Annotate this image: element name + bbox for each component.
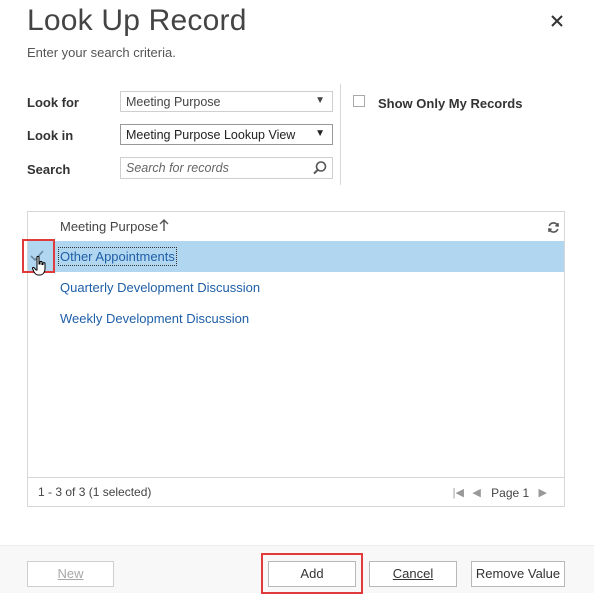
grid-header: Meeting Purpose xyxy=(28,212,564,242)
add-button[interactable]: Add xyxy=(268,561,356,587)
search-icon[interactable] xyxy=(312,160,328,179)
hand-cursor-icon xyxy=(31,255,48,281)
remove-value-button-label: Remove Value xyxy=(475,566,561,581)
grid-footer: 1 - 3 of 3 (1 selected) |◀ ◀ Page 1 ▶ xyxy=(28,477,564,506)
next-page-icon[interactable]: ▶ xyxy=(539,486,547,499)
search-input[interactable]: Search for records xyxy=(120,157,333,179)
first-page-icon[interactable]: |◀ xyxy=(453,486,464,499)
column-header-meeting-purpose[interactable]: Meeting Purpose xyxy=(60,219,158,234)
dropdown-caret-icon: ▼ xyxy=(315,95,325,106)
table-row[interactable]: Quarterly Development Discussion xyxy=(28,272,564,303)
new-button[interactable]: New xyxy=(27,561,114,587)
add-button-label: Add xyxy=(300,566,324,581)
search-label: Search xyxy=(27,162,71,177)
refresh-icon[interactable] xyxy=(547,221,560,239)
cancel-button-label: Cancel xyxy=(392,566,434,581)
sort-ascending-icon[interactable] xyxy=(158,218,170,237)
dialog-subtitle: Enter your search criteria. xyxy=(27,45,176,60)
search-placeholder: Search for records xyxy=(126,161,229,175)
pager: |◀ ◀ Page 1 ▶ xyxy=(453,485,552,500)
table-row[interactable]: Other Appointments xyxy=(28,241,564,272)
dialog-footer: New Add Cancel Remove Value xyxy=(0,545,594,594)
look-for-label: Look for xyxy=(27,95,79,110)
look-for-value: Meeting Purpose xyxy=(126,95,221,109)
row-label[interactable]: Other Appointments xyxy=(58,247,177,266)
look-for-select[interactable]: Meeting Purpose ▼ xyxy=(120,91,333,112)
remove-value-button[interactable]: Remove Value xyxy=(471,561,565,587)
page-label: Page 1 xyxy=(491,485,530,500)
form-divider xyxy=(340,84,341,185)
close-icon xyxy=(551,15,563,27)
dialog-title: Look Up Record xyxy=(27,4,247,37)
look-in-value: Meeting Purpose Lookup View xyxy=(126,128,296,142)
look-in-label: Look in xyxy=(27,128,74,143)
results-grid: Meeting Purpose Other Appointments Quart… xyxy=(27,211,565,507)
previous-page-icon[interactable]: ◀ xyxy=(472,486,480,499)
look-in-select[interactable]: Meeting Purpose Lookup View ▼ xyxy=(120,124,333,145)
row-label[interactable]: Quarterly Development Discussion xyxy=(60,280,260,295)
row-label[interactable]: Weekly Development Discussion xyxy=(60,311,249,326)
record-count: 1 - 3 of 3 (1 selected) xyxy=(38,485,152,499)
cancel-button[interactable]: Cancel xyxy=(369,561,457,587)
close-button[interactable] xyxy=(548,12,566,30)
show-only-my-records-label[interactable]: Show Only My Records xyxy=(378,96,522,111)
dropdown-caret-icon: ▼ xyxy=(315,128,325,139)
table-row[interactable]: Weekly Development Discussion xyxy=(28,303,564,334)
show-only-my-records-checkbox[interactable] xyxy=(353,95,365,107)
new-button-label: New xyxy=(57,566,84,581)
